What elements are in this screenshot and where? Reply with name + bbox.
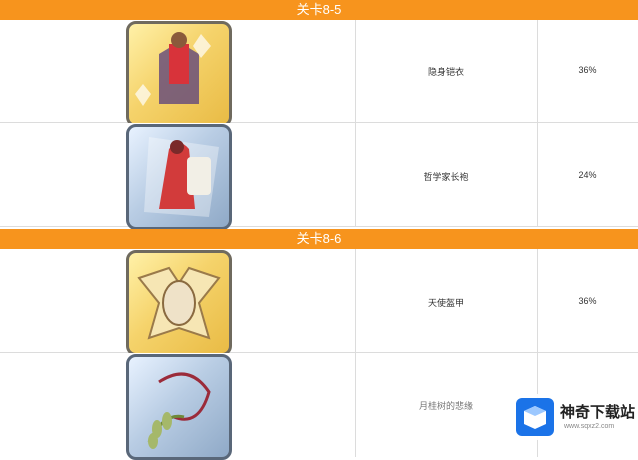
- item-card: [126, 21, 232, 127]
- item-name: 天使盔甲: [427, 298, 464, 308]
- table-row: 隐身铠衣 36%: [0, 20, 638, 127]
- table-row: 天使盔甲 36%: [0, 249, 638, 356]
- drop-rate: 36%: [578, 65, 597, 75]
- stage-header-8-6: 关卡8-6: [0, 229, 638, 249]
- drop-rate: 36%: [578, 296, 597, 306]
- drop-table: 关卡8-5 隐身铠衣 36% 哲学家长袍 24% 关卡8-6 天使盔甲 36% …: [0, 0, 638, 460]
- angel-armor-icon: [137, 266, 221, 340]
- item-card: [126, 250, 232, 356]
- item-name: 月桂树的悲缘: [418, 401, 473, 411]
- armor-robe-icon: [135, 32, 211, 106]
- red-robe-icon: [144, 137, 219, 217]
- item-card: [126, 354, 232, 460]
- box-logo-icon: [524, 406, 546, 429]
- watermark-url: www.sqxz2.com: [564, 423, 615, 430]
- laurel-necklace-icon: [147, 372, 211, 449]
- stage-label: 关卡8-6: [296, 231, 342, 246]
- stage-header-8-5: 关卡8-5: [0, 0, 638, 20]
- item-name: 哲学家长袍: [423, 172, 469, 182]
- item-card: [126, 124, 232, 230]
- drop-rate: 24%: [578, 170, 597, 180]
- logo-icon: [516, 398, 554, 436]
- item-name: 隐身铠衣: [427, 67, 464, 77]
- stage-label: 关卡8-5: [296, 2, 342, 17]
- table-row: 哲学家长袍 24%: [0, 123, 638, 230]
- watermark-brand: 神奇下载站: [560, 404, 636, 421]
- site-watermark: 神奇下载站 www.sqxz2.com: [512, 394, 638, 440]
